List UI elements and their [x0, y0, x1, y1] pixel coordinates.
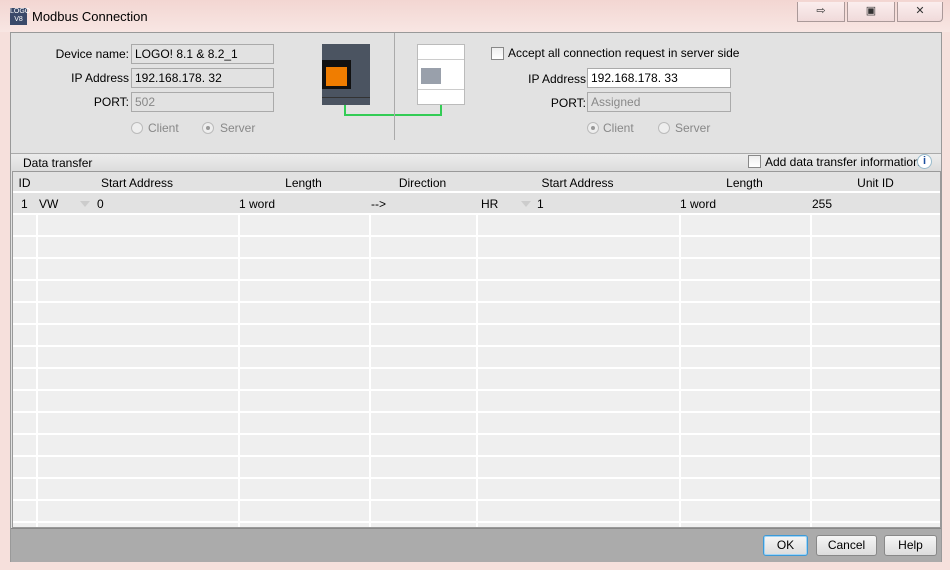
- col-direction[interactable]: Direction: [369, 176, 476, 190]
- remote-port-field[interactable]: Assigned: [587, 92, 731, 112]
- data-transfer-header: Data transfer Add data transfer informat…: [11, 153, 941, 171]
- close-button[interactable]: ✕: [897, 2, 943, 22]
- table-header: ID Start Address Length Direction Start …: [13, 172, 940, 193]
- remote-ip-field[interactable]: 192.168.178. 33: [587, 68, 731, 88]
- button-bar: OK Cancel Help: [11, 528, 941, 562]
- accept-all-label: Accept all connection request in server …: [508, 46, 740, 60]
- local-client-radio[interactable]: [131, 122, 143, 134]
- dropdown-arrow-icon[interactable]: [521, 201, 531, 207]
- logo-device-icon: [322, 44, 370, 105]
- data-transfer-table: ID Start Address Length Direction Start …: [12, 171, 941, 528]
- local-port-label: PORT:: [93, 95, 129, 109]
- data-transfer-title: Data transfer: [23, 156, 93, 170]
- col-remote-length[interactable]: Length: [679, 176, 810, 190]
- help-button[interactable]: Help: [884, 535, 937, 556]
- add-info-checkbox[interactable]: [748, 155, 761, 168]
- dropdown-arrow-icon[interactable]: [80, 201, 90, 207]
- ok-button[interactable]: OK: [763, 535, 808, 556]
- col-unit-id[interactable]: Unit ID: [810, 176, 940, 190]
- divider: [394, 33, 395, 140]
- cancel-button[interactable]: Cancel: [816, 535, 877, 556]
- restore-icon: ▣: [865, 5, 877, 17]
- device-name-label: Device name:: [55, 47, 129, 61]
- cell-remote-address[interactable]: 1: [537, 197, 544, 211]
- col-local-length[interactable]: Length: [238, 176, 369, 190]
- table-row[interactable]: 1 VW 0 1 word --> HR 1 1 word 255: [13, 193, 940, 215]
- pin-button[interactable]: ⇨: [797, 2, 845, 22]
- title-bar: LOGO V8 Modbus Connection ⇨ ▣ ✕: [0, 0, 950, 32]
- remote-client-label: Client: [603, 121, 634, 135]
- local-client-label: Client: [148, 121, 179, 135]
- logo-app-icon: LOGO V8: [10, 8, 31, 25]
- remote-server-radio[interactable]: [658, 122, 670, 134]
- accept-all-checkbox[interactable]: [491, 47, 504, 60]
- remote-ip-label: IP Address: [528, 72, 586, 86]
- pin-icon: ⇨: [816, 5, 826, 17]
- cell-unit-id[interactable]: 255: [812, 197, 832, 211]
- device-name-field[interactable]: LOGO! 8.1 & 8.2_1: [131, 44, 274, 64]
- col-local-start-address[interactable]: Start Address: [36, 176, 238, 190]
- col-remote-start-address[interactable]: Start Address: [476, 176, 679, 190]
- local-port-field[interactable]: 502: [131, 92, 274, 112]
- remote-device-icon: [417, 44, 465, 105]
- restore-button[interactable]: ▣: [847, 2, 895, 22]
- cell-id: 1: [21, 197, 28, 211]
- remote-client-radio[interactable]: [587, 122, 599, 134]
- cell-local-length[interactable]: 1 word: [239, 197, 275, 211]
- local-ip-label: IP Address: [71, 71, 129, 85]
- cell-direction[interactable]: -->: [371, 197, 386, 211]
- remote-server-label: Server: [675, 121, 711, 135]
- connection-line: [344, 105, 442, 116]
- col-id[interactable]: ID: [13, 176, 36, 190]
- close-icon: ✕: [915, 5, 925, 17]
- remote-port-label: PORT:: [550, 96, 586, 110]
- add-info-label: Add data transfer information: [765, 155, 920, 169]
- cell-local-area[interactable]: VW: [39, 197, 58, 211]
- cell-local-address[interactable]: 0: [97, 197, 104, 211]
- info-icon[interactable]: i: [917, 154, 932, 169]
- cell-remote-area[interactable]: HR: [481, 197, 498, 211]
- cell-remote-length[interactable]: 1 word: [680, 197, 716, 211]
- local-server-label: Server: [220, 121, 256, 135]
- dialog-body: Device name: LOGO! 8.1 & 8.2_1 IP Addres…: [10, 32, 942, 562]
- window-title: Modbus Connection: [32, 9, 148, 24]
- local-ip-field[interactable]: 192.168.178. 32: [131, 68, 274, 88]
- local-server-radio[interactable]: [202, 122, 214, 134]
